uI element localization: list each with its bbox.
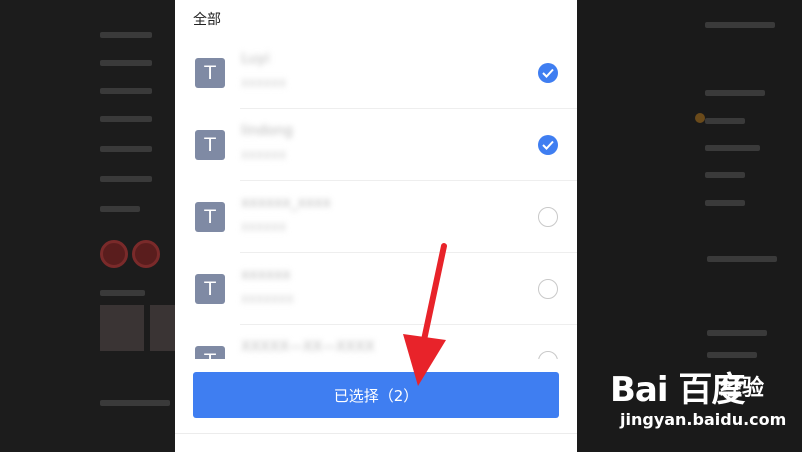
item-name: XXXXX—XX—XXXX	[241, 339, 375, 355]
item-name: Luyi	[241, 51, 270, 67]
item-name: xxxxxx	[241, 267, 291, 283]
checked-icon[interactable]	[538, 135, 558, 155]
contact-list[interactable]: T Luyi XXXXXX T lindong XXXXXX T xxxxxx_…	[175, 37, 577, 359]
item-subtitle: XXXXXXX	[241, 293, 294, 306]
item-subtitle: XXXXXX	[241, 77, 287, 90]
item-name: xxxxxx_xxxx	[241, 195, 331, 211]
list-item[interactable]: T xxxxxx_xxxx XXXXXX	[175, 181, 577, 253]
avatar: T	[195, 202, 225, 232]
checked-icon[interactable]	[538, 63, 558, 83]
avatar: T	[195, 130, 225, 160]
item-subtitle: XXXXXX	[241, 221, 287, 234]
dialog-title: 全部	[193, 12, 221, 28]
avatar: T	[195, 346, 225, 359]
background-left-panel	[0, 0, 194, 452]
item-name: lindong	[241, 123, 293, 139]
avatar: T	[195, 274, 225, 304]
select-dialog: 全部 T Luyi XXXXXX T lindong XXXXXX T xxxx…	[175, 0, 577, 452]
confirm-selection-button[interactable]: 已选择（2）	[193, 372, 559, 418]
dialog-footer: 已选择（2）	[175, 359, 577, 452]
list-item[interactable]: T Luyi XXXXXX	[175, 37, 577, 109]
unchecked-circle-icon[interactable]	[538, 351, 558, 359]
unchecked-circle-icon[interactable]	[538, 279, 558, 299]
avatar: T	[195, 58, 225, 88]
list-item[interactable]: T lindong XXXXXX	[175, 109, 577, 181]
baidu-jingyan-watermark: Bai 百度 经验 jingyan.baidu.com	[610, 362, 798, 450]
watermark-brand: 经验	[720, 376, 765, 401]
list-item[interactable]: T xxxxxx XXXXXXX	[175, 253, 577, 325]
unchecked-circle-icon[interactable]	[538, 207, 558, 227]
list-item[interactable]: T XXXXX—XX—XXXX	[175, 325, 577, 359]
watermark-url: jingyan.baidu.com	[620, 410, 787, 429]
item-subtitle: XXXXXX	[241, 149, 287, 162]
